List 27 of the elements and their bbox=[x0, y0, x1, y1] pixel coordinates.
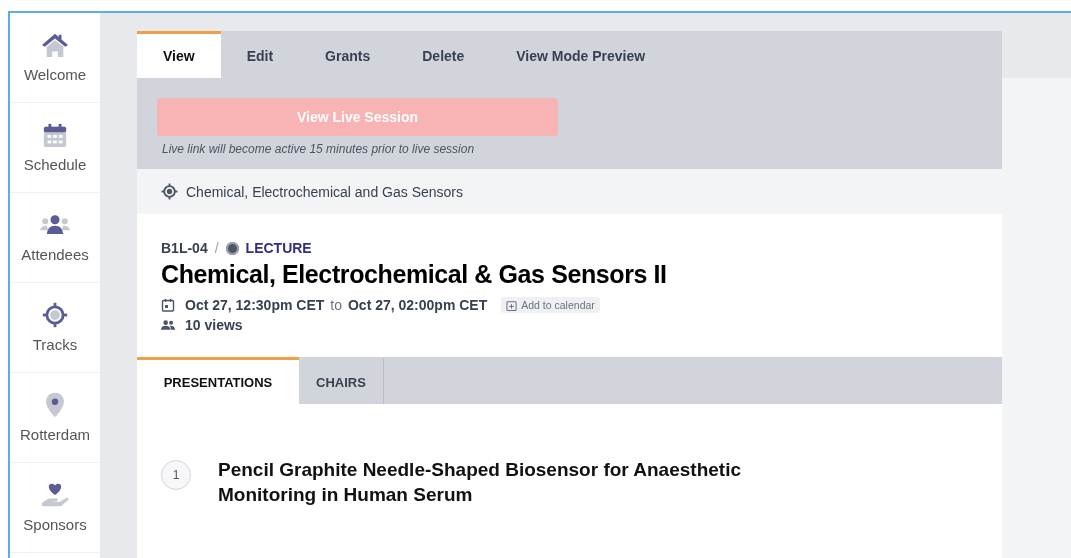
session-title: Chemical, Electrochemical & Gas Sensors II bbox=[161, 260, 668, 289]
tab[interactable]: Edit bbox=[220, 31, 300, 78]
tab[interactable]: View Mode Preview bbox=[490, 31, 672, 78]
presentation-number: 1 bbox=[161, 460, 191, 490]
calendar-plus-icon bbox=[506, 299, 518, 311]
calendar-icon bbox=[161, 298, 175, 312]
track-name: Chemical, Electrochemical and Gas Sensors bbox=[186, 183, 463, 200]
crosshair-icon bbox=[40, 302, 70, 328]
end-time: Oct 27, 02:00pm CET bbox=[347, 297, 488, 313]
start-time: Oct 27, 12:30pm CET bbox=[185, 297, 325, 313]
presentation-title[interactable]: Pencil Graphite Needle-Shaped Biosensor for Anaesthetic Monitoring in Human Serum bbox=[218, 458, 838, 508]
view-count: 10 views bbox=[185, 317, 243, 333]
session-type: LECTURE bbox=[245, 240, 312, 256]
people-icon bbox=[161, 318, 175, 332]
home-icon bbox=[40, 32, 70, 58]
add-to-calendar-button[interactable]: Add to calendar bbox=[501, 297, 600, 313]
separator: / bbox=[214, 240, 219, 256]
tab[interactable]: Grants bbox=[299, 31, 397, 78]
lecture-dot-icon bbox=[225, 241, 239, 255]
to-label: to bbox=[330, 297, 342, 313]
session-code: B1L-04 bbox=[161, 240, 208, 256]
tab[interactable]: View bbox=[137, 31, 221, 78]
live-link-note: Live link will become active 15 minutes prior to live session bbox=[161, 142, 475, 156]
crosshair-icon bbox=[161, 183, 178, 200]
tab[interactable]: Delete bbox=[396, 31, 491, 78]
section-tab[interactable]: PRESENTATIONS bbox=[137, 357, 299, 404]
heart-hand-icon bbox=[40, 482, 70, 508]
